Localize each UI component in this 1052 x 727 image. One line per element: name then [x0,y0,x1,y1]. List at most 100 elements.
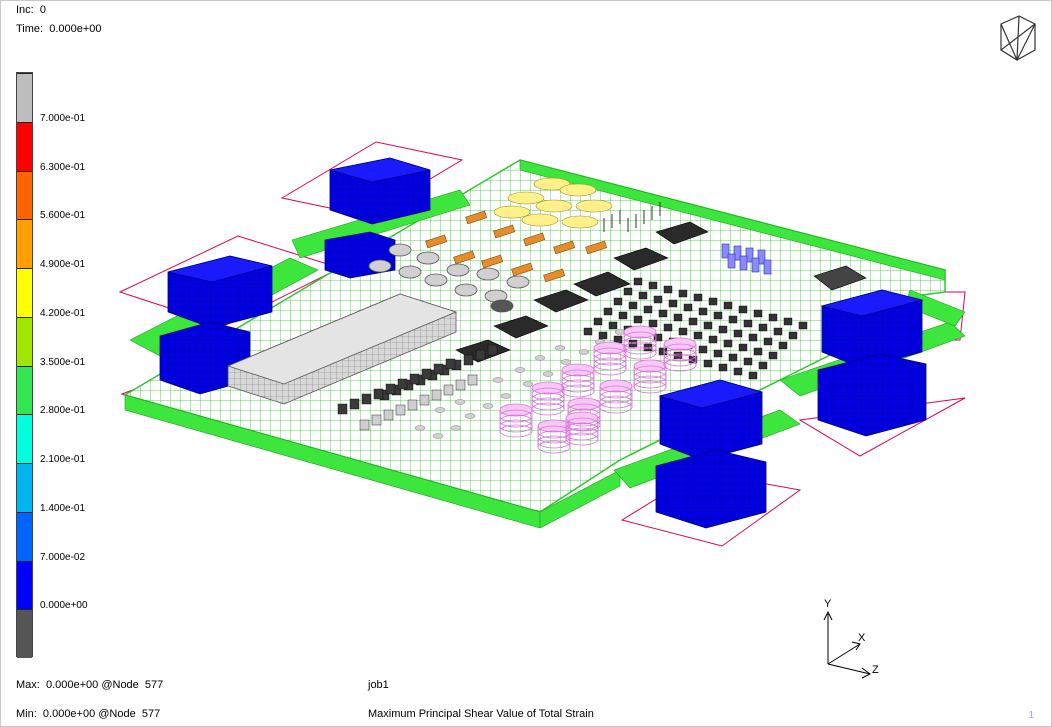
job-name: job1 [368,679,389,691]
smd-part [432,433,444,439]
small-chip [748,333,758,342]
small-chip [698,307,708,316]
small-chip [713,311,723,320]
smd-part [482,403,494,409]
small-chip [693,293,703,302]
small-chip [728,353,738,362]
small-chip [758,323,768,332]
result-name: Maximum Principal Shear Value of Total S… [368,708,594,720]
small-chip [703,359,713,368]
small-chip [658,309,668,318]
small-chip [703,321,713,330]
row-chip [371,414,382,426]
small-chip [593,317,603,326]
small-chip [733,367,743,376]
smd-part [542,371,554,377]
smd-part [522,381,534,387]
small-chip [723,301,733,310]
small-chip [613,297,623,306]
small-chip [643,305,653,314]
small-chip [698,345,708,354]
small-chip [768,313,778,322]
small-chip [718,325,728,334]
smd-part [560,359,572,365]
small-chip [648,319,658,328]
small-chip [763,337,773,346]
small-chip [678,289,688,298]
small-chip [673,313,683,322]
smd-part [464,413,476,419]
row-chip [409,373,420,385]
row-chip [419,394,430,406]
row-chip [467,374,478,386]
row-chip [361,393,372,405]
smd-part [454,399,466,405]
row-chip [421,368,432,380]
small-chip [738,343,748,352]
small-chip [623,287,633,296]
small-chip [798,321,808,330]
small-chip [633,315,643,324]
row-chip [337,403,348,415]
small-chip [653,295,663,304]
smd-part [434,407,446,413]
small-chip [678,327,688,336]
smd-part [492,377,504,383]
axis-x-label: X [858,632,866,644]
small-chip [723,339,733,348]
axis-z-label: Z [872,664,879,676]
small-chip [608,321,618,330]
model-viewport[interactable] [0,0,1052,727]
smd-part [500,393,512,399]
page-number: 1 [1028,710,1034,721]
small-chip [708,335,718,344]
small-chip [688,317,698,326]
smd-part [554,345,566,351]
smd-part [534,355,546,361]
small-chip [713,349,723,358]
small-chip [648,281,658,290]
axis-triad [823,610,871,679]
row-chip [385,383,396,395]
small-chip [778,341,788,350]
small-chip [758,361,768,370]
small-chip [693,331,703,340]
small-chip [618,311,628,320]
max-readout: Max: 0.000e+00 @Node 577 [16,679,164,691]
min-readout: Min: 0.000e+00 @Node 577 [16,708,161,720]
smd-part [514,367,526,373]
small-chip [668,299,678,308]
small-chip [743,357,753,366]
small-chip [783,317,793,326]
small-chip [708,297,718,306]
smd-part [614,329,626,335]
small-chip [738,305,748,314]
small-chip [743,319,753,328]
small-chip [663,323,673,332]
small-chip [788,331,798,340]
row-chip [463,354,474,366]
small-chip [728,315,738,324]
row-chip [373,388,384,400]
smd-part [414,425,426,431]
small-chip [598,331,608,340]
row-chip [383,409,394,421]
row-chip [487,344,498,356]
row-chip [445,358,456,370]
axis-y-label: Y [824,598,832,610]
row-chip [433,363,444,375]
row-chip [349,398,360,410]
smd-part [450,425,462,431]
row-chip [455,379,466,391]
small-chip [753,309,763,318]
small-chip [603,307,613,316]
small-chip [583,327,593,336]
small-chip [753,347,763,356]
row-chip [397,378,408,390]
row-chip [395,404,406,416]
row-chip [443,384,454,396]
smd-part [578,349,590,355]
row-chip [431,389,442,401]
small-chip [733,329,743,338]
row-chip [359,419,370,431]
